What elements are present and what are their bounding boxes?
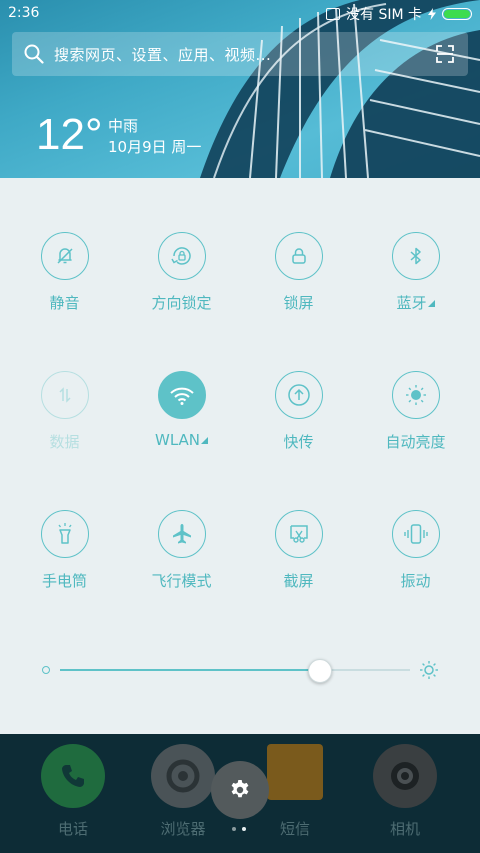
- no-sim-icon: [326, 8, 340, 20]
- flashlight-icon: [40, 510, 89, 558]
- bell-icon: [40, 232, 89, 280]
- brightness-low-icon: [42, 666, 50, 674]
- search-icon: [24, 44, 44, 64]
- charging-bolt-icon: [428, 8, 436, 20]
- toggle-airplane-mode[interactable]: 飞行模式: [123, 510, 240, 591]
- toggle-label: 数据: [49, 433, 80, 451]
- auto-brightness-icon: [391, 371, 440, 419]
- toggle-quick-share[interactable]: 快传: [240, 371, 357, 452]
- page-indicator: [232, 827, 246, 831]
- toggle-mute[interactable]: 静音: [6, 232, 123, 313]
- brightness-slider-thumb[interactable]: [308, 659, 332, 683]
- lock-icon: [274, 232, 323, 280]
- gear-icon: [231, 780, 249, 798]
- status-time: 2:36: [8, 5, 40, 21]
- toggle-vibrate[interactable]: 振动: [357, 510, 474, 591]
- sim-status-text: 没有 SIM 卡: [346, 7, 422, 23]
- wifi-icon: [157, 371, 206, 419]
- weather-date: 10月9日 周一: [108, 138, 202, 156]
- camera-icon: [373, 744, 437, 808]
- toggle-flashlight[interactable]: 手电筒: [6, 510, 123, 591]
- brightness-high-icon: [420, 661, 438, 679]
- browser-icon: [151, 744, 215, 808]
- dock-app-label: 短信: [279, 820, 310, 838]
- airplane-icon: [157, 510, 206, 558]
- screenshot-icon: [274, 510, 323, 558]
- vibrate-icon: [391, 510, 440, 558]
- toggle-mobile-data[interactable]: 数据: [6, 371, 123, 452]
- toggle-label: 方向锁定: [151, 294, 212, 312]
- more-options-icon: [201, 437, 208, 444]
- dock-app-camera[interactable]: 相机: [345, 744, 465, 839]
- toggle-label: 自动亮度: [385, 433, 446, 451]
- toggle-label: 振动: [400, 572, 431, 590]
- bluetooth-label-text: 蓝牙: [396, 294, 427, 312]
- phone-icon: [41, 744, 105, 808]
- status-bar: 2:36 没有 SIM 卡: [0, 0, 480, 28]
- toggle-label: 手电筒: [41, 572, 87, 590]
- toggle-auto-brightness[interactable]: 自动亮度: [357, 371, 474, 452]
- weather-condition: 中雨: [108, 117, 139, 135]
- toggle-screenshot[interactable]: 截屏: [240, 510, 357, 591]
- settings-button[interactable]: [211, 761, 269, 819]
- more-options-icon: [427, 300, 435, 307]
- toggle-bluetooth[interactable]: 蓝牙: [357, 232, 474, 313]
- toggle-label: 截屏: [283, 572, 314, 590]
- toggle-label: 飞行模式: [151, 572, 212, 590]
- search-bar[interactable]: 搜索网页、设置、应用、视频...: [12, 32, 468, 76]
- dock-app-phone[interactable]: 电话: [13, 744, 133, 839]
- search-placeholder: 搜索网页、设置、应用、视频...: [54, 46, 272, 64]
- toggle-label: 锁屏: [283, 294, 314, 312]
- page-dot: [232, 827, 236, 831]
- message-icon: [267, 744, 323, 800]
- page-dot-active: [242, 827, 246, 831]
- dock-app-label: 浏览器: [160, 820, 206, 838]
- toggle-wlan[interactable]: WLAN: [123, 371, 240, 449]
- toggle-label: 蓝牙: [357, 292, 474, 313]
- data-arrows-icon: [40, 371, 89, 419]
- toggle-label: 快传: [283, 433, 314, 451]
- toggle-label: 静音: [49, 294, 80, 312]
- dock-app-label: 电话: [57, 820, 88, 838]
- upload-icon: [274, 371, 323, 419]
- toggle-lock-screen[interactable]: 锁屏: [240, 232, 357, 313]
- battery-icon: [442, 8, 472, 20]
- toggle-label: WLAN: [123, 431, 240, 449]
- toggle-rotation-lock[interactable]: 方向锁定: [123, 232, 240, 313]
- weather-info: 中雨 10月9日 周一: [108, 116, 201, 158]
- wallpaper-header: 2:36 没有 SIM 卡 搜索网页、设置、应用、视频... 12° 中雨 10…: [0, 0, 480, 178]
- brightness-slider-fill: [60, 669, 319, 671]
- scan-icon[interactable]: [436, 45, 454, 63]
- bluetooth-icon: [391, 232, 440, 280]
- weather-temperature: 12°: [36, 110, 103, 159]
- dock-app-label: 相机: [389, 820, 420, 838]
- wlan-label-text: WLAN: [154, 431, 200, 449]
- rotation-lock-icon: [157, 232, 206, 280]
